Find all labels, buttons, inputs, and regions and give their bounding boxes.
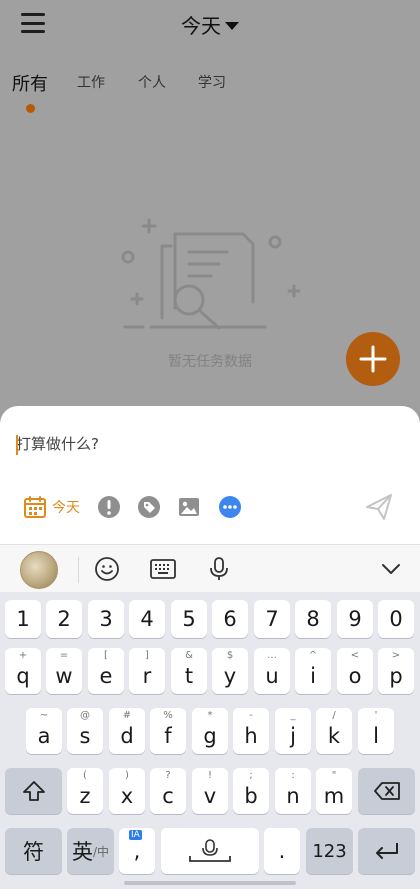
- app-background: 今天 所有 工作 个人 学习 暂无任务数据: [0, 0, 420, 420]
- send-icon[interactable]: [364, 492, 394, 522]
- numbers-key[interactable]: 123: [306, 828, 353, 874]
- task-toolbar: 今天: [0, 492, 420, 522]
- keyboard-toolbar: [0, 544, 420, 592]
- key-w[interactable]: = w: [46, 648, 82, 694]
- key-2[interactable]: 2: [46, 600, 82, 638]
- key-o[interactable]: < o: [337, 648, 373, 694]
- key-n[interactable]: :n: [275, 768, 311, 814]
- tab-study[interactable]: 学习: [198, 72, 226, 92]
- task-input[interactable]: [16, 432, 396, 456]
- key-l[interactable]: ' l: [358, 708, 394, 754]
- backspace-key[interactable]: [358, 768, 415, 814]
- enter-icon: [375, 843, 398, 859]
- key-z[interactable]: (z: [67, 768, 103, 814]
- space-key[interactable]: [161, 828, 259, 874]
- emoji-icon[interactable]: [93, 555, 121, 583]
- keyboard-skin-avatar[interactable]: [20, 551, 58, 589]
- microphone-icon[interactable]: [205, 555, 233, 583]
- plus-icon: [359, 345, 387, 373]
- key-s[interactable]: @ s: [67, 708, 103, 754]
- more-options-icon[interactable]: [217, 494, 243, 520]
- active-tab-indicator: [26, 104, 35, 113]
- key-h[interactable]: -h: [233, 708, 269, 754]
- backspace-icon: [373, 782, 400, 800]
- key-y[interactable]: $ y: [212, 648, 248, 694]
- key-f[interactable]: % f: [150, 708, 186, 754]
- calendar-icon[interactable]: [22, 494, 48, 520]
- priority-icon[interactable]: [96, 494, 122, 520]
- caret-down-icon: [225, 22, 239, 30]
- soft-keyboard: 1 2 3 4 5 6 7 8 9 0 + q = w [e ] r & t $ y ..…: [0, 592, 420, 889]
- key-4[interactable]: 4: [129, 600, 165, 638]
- key-j[interactable]: _ j: [275, 708, 311, 754]
- key-g[interactable]: * g: [192, 708, 228, 754]
- category-tabs: 所有 工作 个人 学习: [0, 70, 420, 113]
- page-title-label: 今天: [181, 14, 221, 38]
- key-k[interactable]: / k: [316, 708, 352, 754]
- key-3[interactable]: 3: [88, 600, 124, 638]
- toolbar-divider: [78, 557, 79, 583]
- space-mic-icon: [189, 839, 231, 862]
- new-task-sheet: 今天: [0, 406, 420, 544]
- home-indicator: [124, 881, 296, 885]
- key-8[interactable]: 8: [295, 600, 331, 638]
- empty-documents-icon: [121, 218, 301, 330]
- period-key[interactable]: .: [264, 828, 300, 874]
- ia-badge: IA: [129, 830, 142, 840]
- key-u[interactable]: ... u: [254, 648, 290, 694]
- shift-arrow-icon: [22, 781, 45, 801]
- chevron-down-icon[interactable]: [377, 555, 405, 583]
- key-r[interactable]: ] r: [129, 648, 165, 694]
- key-i[interactable]: ^ i: [295, 648, 331, 694]
- key-a[interactable]: ~ a: [26, 708, 62, 754]
- keyboard-layout-icon[interactable]: [149, 555, 177, 583]
- page-title[interactable]: 今天: [0, 10, 420, 39]
- enter-key[interactable]: [358, 828, 415, 874]
- tab-work[interactable]: 工作: [77, 72, 105, 92]
- shift-key[interactable]: [5, 768, 62, 814]
- key-v[interactable]: ! v: [192, 768, 228, 814]
- key-c[interactable]: ? c: [150, 768, 186, 814]
- language-switch-key[interactable]: 英/中: [67, 828, 114, 874]
- key-6[interactable]: 6: [212, 600, 248, 638]
- comma-key[interactable]: IA ,: [119, 828, 155, 874]
- tag-icon[interactable]: [136, 494, 162, 520]
- key-m[interactable]: " m: [316, 768, 352, 814]
- key-q[interactable]: + q: [5, 648, 41, 694]
- key-5[interactable]: 5: [171, 600, 207, 638]
- due-date-label[interactable]: 今天: [52, 497, 80, 517]
- image-icon[interactable]: [176, 494, 202, 520]
- key-9[interactable]: 9: [337, 600, 373, 638]
- key-7[interactable]: 7: [254, 600, 290, 638]
- key-d[interactable]: # d: [109, 708, 145, 754]
- key-p[interactable]: > p: [378, 648, 414, 694]
- key-e[interactable]: [e: [88, 648, 124, 694]
- key-t[interactable]: & t: [171, 648, 207, 694]
- key-0[interactable]: 0: [378, 600, 414, 638]
- text-cursor: [16, 435, 18, 455]
- key-b[interactable]: ; b: [233, 768, 269, 814]
- key-x[interactable]: ) x: [109, 768, 145, 814]
- tab-all[interactable]: 所有: [12, 70, 48, 96]
- add-task-button[interactable]: [346, 332, 400, 386]
- tab-personal[interactable]: 个人: [138, 72, 166, 92]
- key-1[interactable]: 1: [5, 600, 41, 638]
- symbols-key[interactable]: 符: [5, 828, 62, 874]
